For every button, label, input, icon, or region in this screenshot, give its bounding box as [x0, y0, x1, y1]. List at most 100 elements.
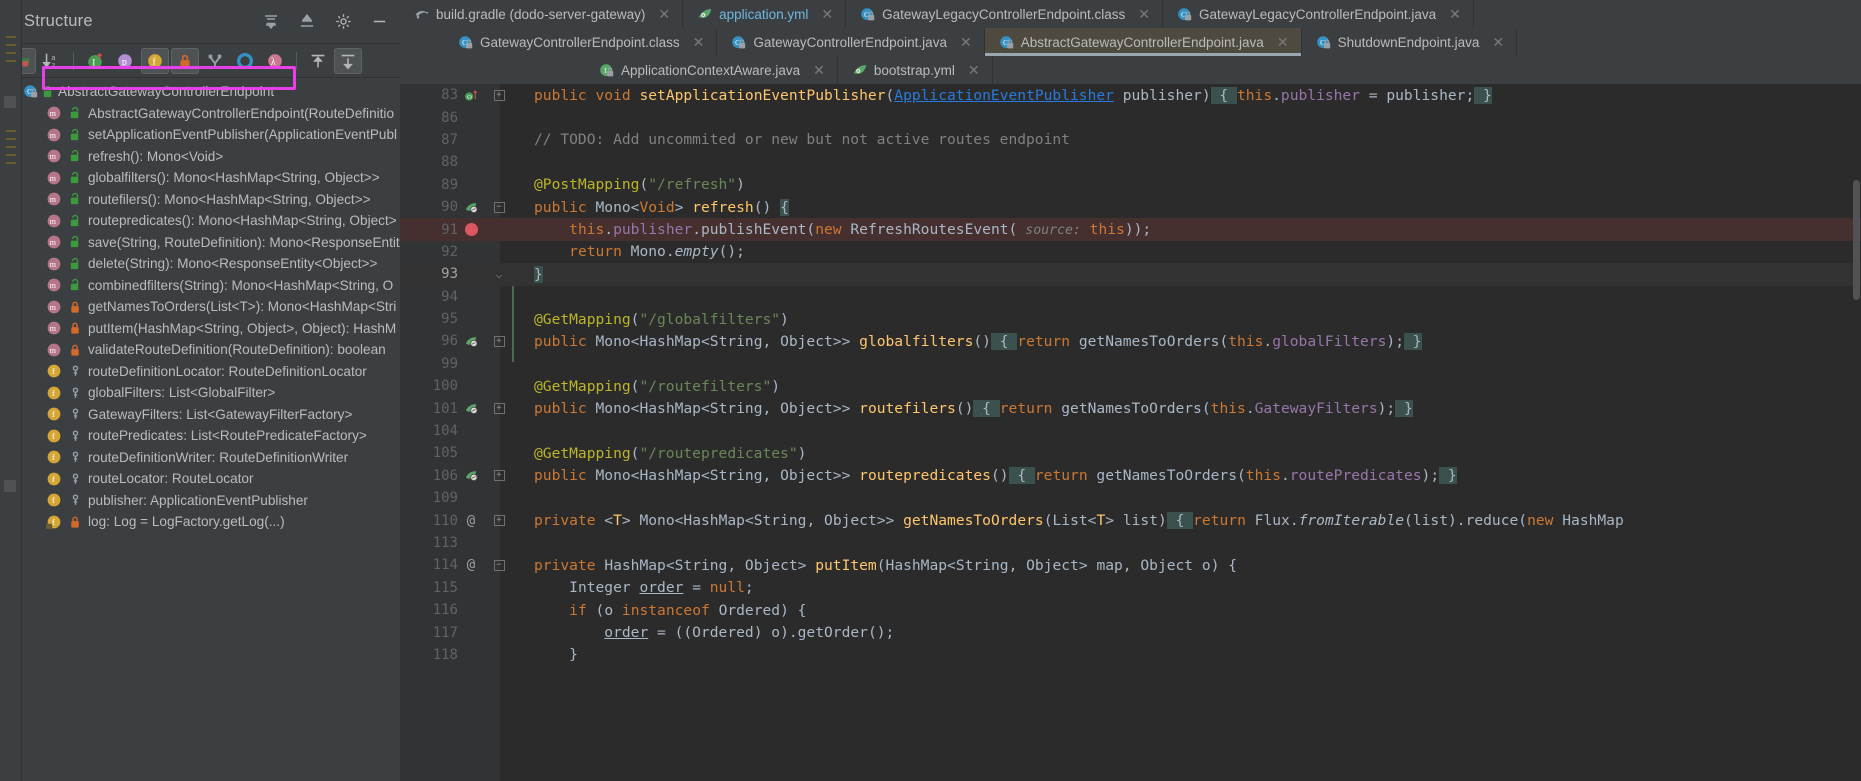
close-tab-icon[interactable]: ✕ — [1492, 34, 1504, 51]
structure-tree-node[interactable]: m globalfilters(): Mono<HashMap<String, O… — [0, 167, 400, 189]
editor-vertical-scrollbar[interactable] — [1851, 174, 1861, 781]
code-line[interactable]: 86 — [400, 106, 1861, 128]
override-icon[interactable]: O — [458, 88, 484, 103]
code-line[interactable]: 113 — [400, 532, 1861, 554]
gear-icon[interactable] — [330, 9, 356, 35]
breakpoint-icon[interactable] — [458, 223, 484, 237]
fold-collapse-icon[interactable]: − — [493, 559, 505, 571]
fold-expand-icon[interactable]: + — [493, 403, 505, 415]
code-editor[interactable]: 83 O + public void setApplicationEventPubli… — [400, 84, 1861, 781]
code-line[interactable]: 117 order = ((Ordered) o).getOrder(); — [400, 621, 1861, 643]
editor-tab[interactable]: C GatewayLegacyControllerEndpoint.java ✕ — [1163, 0, 1474, 28]
structure-tree-node[interactable]: m save(String, RouteDefinition): Mono<Res… — [0, 232, 400, 254]
at-sign[interactable]: @ — [458, 513, 484, 529]
fold-expand-icon[interactable]: + — [493, 470, 505, 482]
close-tab-icon[interactable]: ✕ — [693, 34, 705, 51]
fold-column[interactable]: ⌵ — [484, 268, 514, 281]
structure-tree-node[interactable]: f routeDefinitionLocator: RouteDefinition… — [0, 361, 400, 383]
code-line[interactable]: 104 — [400, 420, 1861, 442]
close-tab-icon[interactable]: ✕ — [821, 6, 833, 23]
close-tab-icon[interactable]: ✕ — [1138, 6, 1150, 23]
fold-expand-icon[interactable]: + — [493, 335, 505, 347]
close-tab-icon[interactable]: ✕ — [658, 6, 670, 23]
code-line[interactable]: 106 + public Mono<HashMap<String, Object>>… — [400, 465, 1861, 487]
fold-column[interactable]: + — [484, 515, 514, 527]
fold-column[interactable]: + — [484, 403, 514, 415]
show-inherited-button[interactable]: I — [81, 48, 109, 74]
structure-tree-node[interactable]: m AbstractGatewayControllerEndpoint(Route… — [0, 103, 400, 125]
show-properties-button[interactable]: p — [111, 48, 139, 74]
close-tab-icon[interactable]: ✕ — [813, 62, 825, 79]
structure-tree-node[interactable]: m setApplicationEventPublisher(Applicatio… — [0, 124, 400, 146]
editor-tab[interactable]: C AbstractGatewayControllerEndpoint.java ✕ — [984, 28, 1302, 56]
fold-column[interactable]: − — [484, 559, 514, 571]
code-line[interactable]: 95 @GetMapping("/globalfilters") — [400, 308, 1861, 330]
structure-tree-node[interactable]: m refresh(): Mono<Void> — [0, 146, 400, 168]
show-anonymous-classes-button[interactable] — [201, 48, 229, 74]
bean-icon[interactable] — [458, 468, 484, 483]
structure-tree-node[interactable]: m routefilers(): Mono<HashMap<String, Obj… — [0, 189, 400, 211]
show-fields-button[interactable]: f — [141, 47, 169, 74]
structure-tree-node[interactable]: m combinedfilters(String): Mono<HashMap<S… — [0, 275, 400, 297]
code-line[interactable]: 87 // TODO: Add uncommited or new but not… — [400, 129, 1861, 151]
editor-tab[interactable]: I ApplicationContextAware.java ✕ — [585, 56, 838, 84]
code-line[interactable]: 90 − public Mono<Void> refresh() { — [400, 196, 1861, 218]
fold-column[interactable]: + — [484, 470, 514, 482]
code-lines[interactable]: 83 O + public void setApplicationEventPubli… — [400, 84, 1861, 666]
structure-tree-root-node[interactable]: C AbstractGatewayControllerEndpoint — [0, 81, 400, 103]
close-tab-icon[interactable]: ✕ — [1449, 6, 1461, 23]
code-line[interactable]: 96 + public Mono<HashMap<String, Object>> … — [400, 330, 1861, 352]
fold-region-end-icon[interactable]: ⌵ — [496, 268, 503, 281]
code-line[interactable]: 118 } — [400, 644, 1861, 666]
sort-alphabetically-button[interactable]: a z — [38, 48, 66, 74]
structure-tree-node[interactable]: f routePredicates: List<RoutePredicateFac… — [0, 425, 400, 447]
structure-tree-node[interactable]: m getNamesToOrders(List<T>): Mono<HashMap… — [0, 296, 400, 318]
expand-all-icon[interactable] — [258, 9, 284, 35]
editor-tab[interactable]: C GatewayLegacyControllerEndpoint.class ✕ — [846, 0, 1163, 28]
fold-collapse-icon[interactable]: − — [493, 201, 505, 213]
show-interfaces-button[interactable] — [231, 48, 259, 74]
show-non-public-button[interactable] — [171, 47, 199, 74]
code-line[interactable]: 99 — [400, 353, 1861, 375]
code-line[interactable]: 109 — [400, 487, 1861, 509]
code-line[interactable]: 88 — [400, 151, 1861, 173]
editor-tab[interactable]: application.yml ✕ — [683, 0, 847, 28]
fold-column[interactable]: + — [484, 89, 514, 101]
code-line[interactable]: 89 @PostMapping("/refresh") — [400, 174, 1861, 196]
editor-tab[interactable]: bootstrap.yml ✕ — [837, 56, 993, 84]
show-lambdas-button[interactable]: λ — [261, 48, 289, 74]
close-tab-icon[interactable]: ✕ — [1277, 34, 1289, 51]
structure-tree-node[interactable]: f GatewayFilters: List<GatewayFilterFacto… — [0, 404, 400, 426]
fold-expand-icon[interactable]: + — [493, 515, 505, 527]
code-line[interactable]: 94 — [400, 286, 1861, 308]
close-tab-icon[interactable]: ✕ — [960, 34, 972, 51]
code-line[interactable]: 83 O + public void setApplicationEventPubli… — [400, 84, 1861, 106]
fold-expand-icon[interactable]: + — [493, 89, 505, 101]
left-tool-window-bar[interactable] — [0, 0, 22, 781]
structure-tree[interactable]: C AbstractGatewayControllerEndpoint m Abstr… — [0, 78, 400, 781]
structure-tree-node[interactable]: m routepredicates(): Mono<HashMap<String,… — [0, 210, 400, 232]
close-tab-icon[interactable]: ✕ — [968, 62, 980, 79]
code-line[interactable]: 116 if (o instanceof Ordered) { — [400, 599, 1861, 621]
hide-panel-icon[interactable] — [366, 9, 392, 35]
code-line[interactable]: 101 + public Mono<HashMap<String, Object>>… — [400, 397, 1861, 419]
scrollbar-thumb[interactable] — [1853, 180, 1860, 300]
code-line[interactable]: 91 this.publisher.publishEvent(new Refre… — [400, 218, 1861, 241]
fold-column[interactable]: + — [484, 335, 514, 347]
fold-column[interactable]: − — [484, 201, 514, 213]
code-line[interactable]: 92 return Mono.empty(); — [400, 241, 1861, 263]
structure-tree-node[interactable]: f log: Log = LogFactory.getLog(...) — [0, 511, 400, 533]
autoscroll-to-source-button[interactable] — [304, 48, 332, 74]
editor-tab[interactable]: C GatewayControllerEndpoint.java ✕ — [717, 28, 985, 56]
bean-icon[interactable] — [458, 401, 484, 416]
bean-icon[interactable] — [458, 334, 484, 349]
structure-tree-node[interactable]: f publisher: ApplicationEventPublisher — [0, 490, 400, 512]
structure-tree-node[interactable]: m delete(String): Mono<ResponseEntity<Obj… — [0, 253, 400, 275]
structure-tree-node[interactable]: m putItem(HashMap<String, Object>, Object… — [0, 318, 400, 340]
code-line[interactable]: 100 @GetMapping("/routefilters") — [400, 375, 1861, 397]
editor-tab[interactable]: C GatewayControllerEndpoint.class ✕ — [444, 28, 718, 56]
code-line[interactable]: 110 @ + private <T> Mono<HashMap<String, Ob… — [400, 509, 1861, 531]
editor-tab[interactable]: C ShutdownEndpoint.java ✕ — [1301, 28, 1518, 56]
at-sign[interactable]: @ — [458, 557, 484, 573]
code-line[interactable]: 93 ⌵} — [400, 263, 1861, 286]
